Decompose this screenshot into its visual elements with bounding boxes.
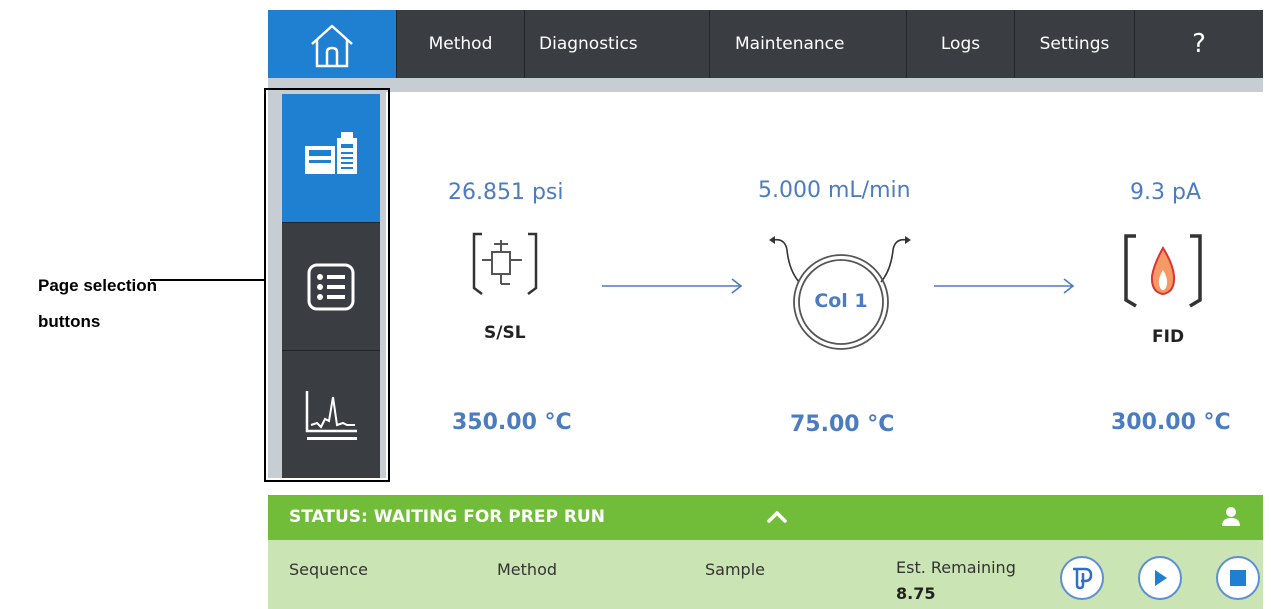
prep-run-button[interactable]: [1060, 556, 1104, 600]
detector-button[interactable]: [1118, 230, 1208, 314]
tab-method[interactable]: Method: [396, 10, 524, 78]
page-selection-highlight: [264, 88, 390, 482]
user-icon[interactable]: [1221, 506, 1241, 528]
prep-run-icon: [1073, 567, 1093, 590]
inlet-icon: [472, 232, 538, 295]
home-button[interactable]: [268, 10, 396, 78]
tab-logs[interactable]: Logs: [906, 10, 1014, 78]
inlet-label: S/SL: [484, 323, 526, 343]
column-label: Col 1: [814, 290, 868, 312]
est-remaining-label: Est. Remaining: [896, 558, 1016, 577]
help-button[interactable]: ?: [1134, 10, 1263, 78]
inlet-pressure: 26.851 psi: [448, 180, 564, 205]
stop-run-button[interactable]: [1216, 556, 1260, 600]
flow-arrow-1: [602, 278, 743, 294]
stop-icon: [1230, 570, 1246, 586]
sample-label: Sample: [705, 560, 765, 579]
flame-icon: [1124, 234, 1202, 308]
est-remaining-value: 8.75: [896, 584, 936, 603]
detector-label: FID: [1152, 327, 1185, 347]
tab-settings[interactable]: Settings: [1014, 10, 1134, 78]
tab-diagnostics[interactable]: Diagnostics: [524, 10, 709, 78]
callout-label: Page selection buttons: [38, 268, 157, 340]
column-flow: 5.000 mL/min: [758, 178, 911, 203]
column-temperature: 75.00 °C: [790, 412, 895, 437]
home-icon: [311, 24, 353, 68]
flow-arrow-2: [934, 278, 1075, 294]
sequence-label: Sequence: [289, 560, 368, 579]
method-label: Method: [497, 560, 558, 579]
callout-pointer: [150, 279, 266, 281]
callout-line2: buttons: [38, 312, 101, 331]
detector-signal: 9.3 pA: [1130, 180, 1201, 205]
start-run-button[interactable]: [1138, 556, 1182, 600]
play-icon: [1155, 570, 1167, 586]
status-text: STATUS: WAITING FOR PREP RUN: [289, 507, 605, 527]
nav-divider: [268, 78, 1263, 92]
detector-temperature: 300.00 °C: [1111, 410, 1231, 435]
inlet-temperature: 350.00 °C: [452, 410, 572, 435]
run-info-bar: [268, 540, 1263, 609]
inlet-button[interactable]: [460, 230, 550, 310]
tab-maintenance[interactable]: Maintenance: [709, 10, 906, 78]
callout-line1: Page selection: [38, 276, 158, 295]
chevron-up-icon[interactable]: [766, 507, 788, 527]
